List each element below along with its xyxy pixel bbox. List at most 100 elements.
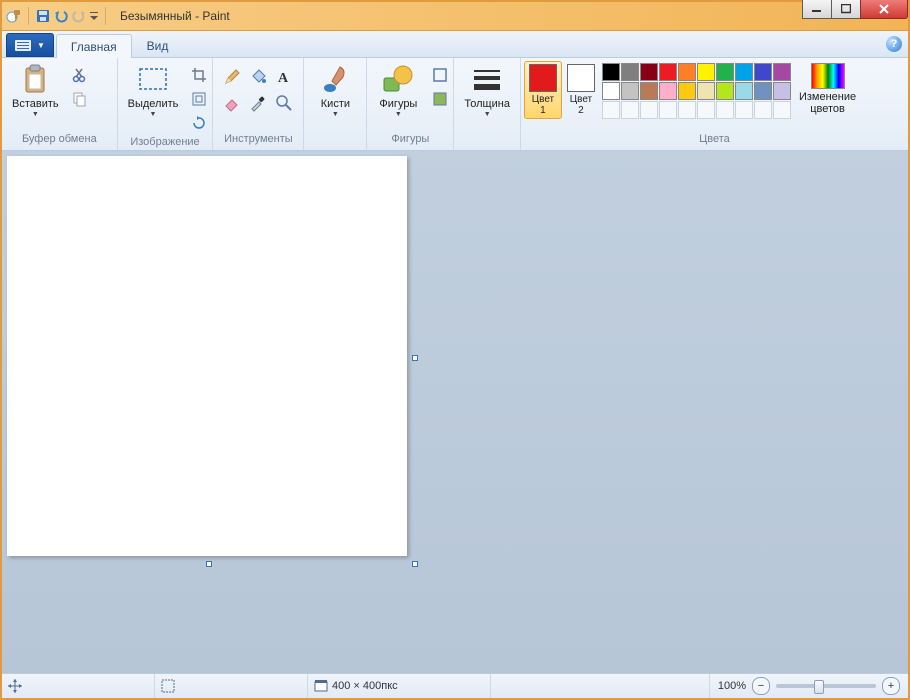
resize-button[interactable]	[187, 87, 211, 111]
chevron-down-icon: ▼	[395, 111, 402, 118]
file-menu-button[interactable]: ▼	[6, 33, 54, 57]
group-thickness: Толщина ▼	[454, 58, 521, 150]
clipboard-icon	[19, 64, 51, 96]
custom-color-slot[interactable]	[640, 101, 658, 119]
minimize-button[interactable]	[802, 0, 831, 19]
outline-button[interactable]	[428, 63, 452, 87]
select-button[interactable]: Выделить ▼	[121, 61, 186, 121]
status-bar: 400 × 400пкс 100% − +	[2, 673, 908, 698]
resize-handle-south[interactable]	[206, 561, 212, 567]
canvas[interactable]	[7, 156, 407, 556]
crosshair-icon	[8, 679, 22, 693]
shapes-button[interactable]: Фигуры ▼	[370, 61, 426, 121]
custom-color-slot[interactable]	[773, 101, 791, 119]
chevron-down-icon: ▼	[150, 111, 157, 118]
zoom-in-button[interactable]: +	[882, 677, 900, 695]
help-button[interactable]: ?	[886, 36, 902, 52]
color-swatch[interactable]	[602, 63, 620, 81]
color-swatch[interactable]	[716, 63, 734, 81]
custom-color-slot[interactable]	[602, 101, 620, 119]
color-swatch[interactable]	[773, 82, 791, 100]
rotate-button[interactable]	[187, 111, 211, 135]
color-swatch[interactable]	[640, 82, 658, 100]
custom-color-slot[interactable]	[735, 101, 753, 119]
text-tool[interactable]: A	[272, 65, 296, 89]
color-swatch[interactable]	[754, 63, 772, 81]
window-controls	[802, 0, 908, 19]
group-label: Инструменты	[213, 133, 303, 150]
status-spacer	[491, 674, 710, 698]
canvas-workspace[interactable]	[2, 151, 908, 673]
color-swatch[interactable]	[697, 82, 715, 100]
brushes-label: Кисти	[321, 98, 350, 110]
color1-button[interactable]: Цвет 1	[524, 61, 562, 119]
paste-button[interactable]: Вставить ▼	[5, 61, 66, 121]
copy-icon	[72, 91, 88, 107]
cut-button[interactable]	[68, 63, 92, 87]
group-brushes: Кисти ▼	[304, 58, 367, 150]
picker-tool[interactable]	[246, 91, 270, 115]
pencil-tool[interactable]	[220, 65, 244, 89]
brushes-button[interactable]: Кисти ▼	[307, 61, 363, 121]
tab-home[interactable]: Главная	[56, 34, 132, 58]
zoom-thumb[interactable]	[814, 680, 824, 694]
eraser-tool[interactable]	[220, 91, 244, 115]
quick-access-toolbar	[2, 7, 114, 25]
custom-color-slot[interactable]	[678, 101, 696, 119]
group-clipboard: Вставить ▼ Буфер обмена	[2, 58, 118, 150]
color-swatch[interactable]	[735, 82, 753, 100]
outline-icon	[432, 67, 448, 83]
ribbon-tabs: ▼ Главная Вид ?	[2, 31, 908, 58]
paste-label: Вставить	[12, 98, 59, 110]
color-swatch[interactable]	[659, 82, 677, 100]
resize-handle-east[interactable]	[412, 355, 418, 361]
copy-button[interactable]	[68, 87, 92, 111]
color2-button[interactable]: Цвет 2	[562, 61, 600, 119]
qat-dropdown-icon[interactable]	[89, 8, 99, 24]
color-swatch[interactable]	[659, 63, 677, 81]
svg-text:A: A	[278, 71, 289, 86]
group-label: Изображение	[118, 136, 213, 150]
fill-icon	[432, 91, 448, 107]
color-swatch[interactable]	[773, 63, 791, 81]
select-label: Выделить	[128, 98, 179, 110]
close-button[interactable]	[860, 0, 908, 19]
thickness-button[interactable]: Толщина ▼	[457, 61, 517, 121]
tab-view[interactable]: Вид	[132, 33, 184, 57]
custom-color-slot[interactable]	[697, 101, 715, 119]
resize-handle-southeast[interactable]	[412, 561, 418, 567]
color-swatch[interactable]	[678, 82, 696, 100]
scissors-icon	[72, 67, 88, 83]
group-colors: Цвет 1 Цвет 2 Изменение цветов Цвета	[521, 58, 908, 150]
custom-color-slot[interactable]	[754, 101, 772, 119]
color-swatch[interactable]	[735, 63, 753, 81]
edit-colors-label: Изменение цветов	[799, 91, 856, 115]
custom-color-slot[interactable]	[621, 101, 639, 119]
zoom-slider[interactable]	[776, 684, 876, 688]
undo-icon[interactable]	[53, 8, 69, 24]
color-swatch[interactable]	[602, 82, 620, 100]
zoom-out-button[interactable]: −	[752, 677, 770, 695]
brush-icon	[319, 64, 351, 96]
redo-icon[interactable]	[71, 8, 87, 24]
fill-tool[interactable]	[246, 65, 270, 89]
color-swatch[interactable]	[678, 63, 696, 81]
crop-button[interactable]	[187, 63, 211, 87]
tab-label: Вид	[147, 39, 169, 53]
color-swatch[interactable]	[621, 82, 639, 100]
color-swatch[interactable]	[640, 63, 658, 81]
edit-colors-button[interactable]: Изменение цветов	[793, 61, 862, 117]
fill-button[interactable]	[428, 87, 452, 111]
color-swatch[interactable]	[697, 63, 715, 81]
bucket-icon	[249, 68, 267, 86]
color1-label: Цвет 1	[532, 94, 554, 116]
maximize-button[interactable]	[831, 0, 860, 19]
save-icon[interactable]	[35, 8, 51, 24]
magnifier-tool[interactable]	[272, 91, 296, 115]
color-swatch[interactable]	[716, 82, 734, 100]
custom-color-slot[interactable]	[659, 101, 677, 119]
custom-color-slot[interactable]	[716, 101, 734, 119]
color-swatch[interactable]	[621, 63, 639, 81]
chevron-down-icon: ▼	[37, 41, 45, 50]
color-swatch[interactable]	[754, 82, 772, 100]
